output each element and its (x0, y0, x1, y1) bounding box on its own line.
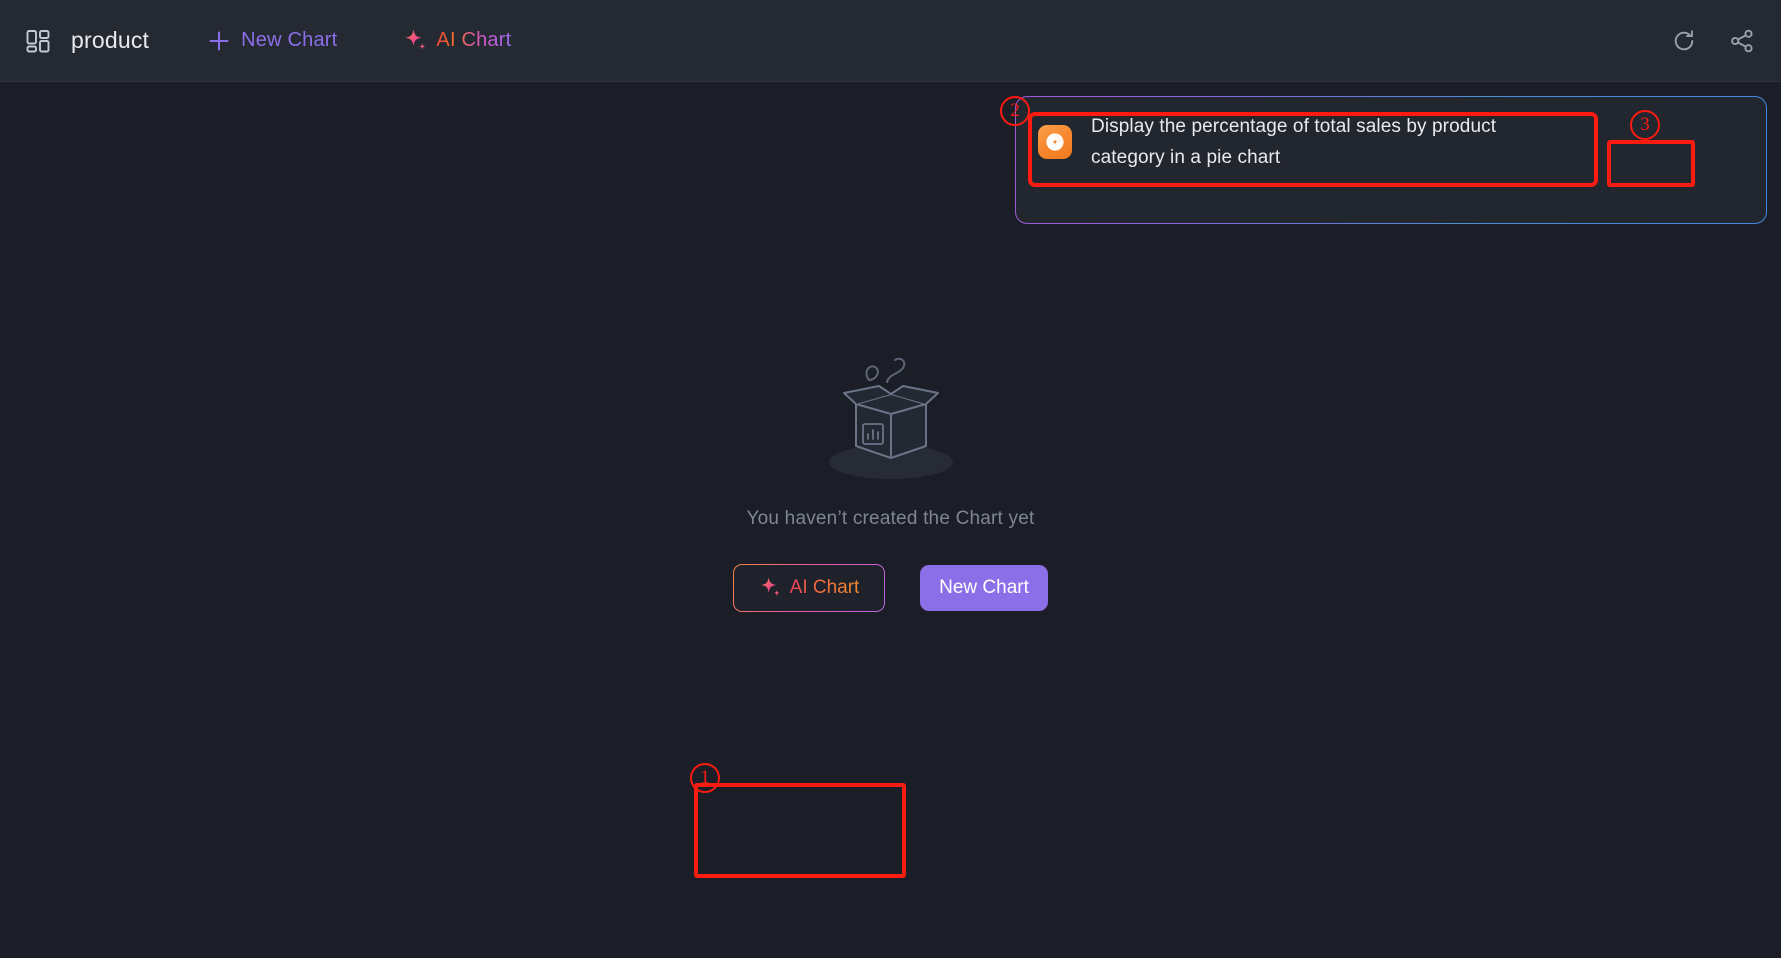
dashboard-grid-icon[interactable] (24, 27, 52, 55)
annotation-number-1: 1 (690, 763, 720, 793)
empty-box-illustration (811, 346, 971, 486)
app-header: product New Chart AI Chart (0, 0, 1781, 82)
sparkle-icon (759, 576, 783, 600)
empty-state-ai-chart-label: AI Chart (789, 577, 860, 598)
ai-prompt-input[interactable]: Display the percentage of total sales by… (1030, 107, 1754, 177)
sparkle-icon (403, 28, 429, 54)
empty-state-actions: AI Chart New Chart (733, 564, 1048, 612)
share-icon[interactable] (1729, 28, 1755, 54)
ai-chart-panel: Display the percentage of total sales by… (1015, 96, 1767, 224)
refresh-icon[interactable] (1671, 28, 1697, 54)
plus-icon (207, 29, 231, 53)
ai-prompt-text: Display the percentage of total sales by… (1091, 116, 1497, 168)
page-title: product (71, 27, 150, 53)
header-new-chart-button[interactable]: New Chart (207, 29, 337, 53)
app-root: product New Chart AI Chart Display the p… (0, 0, 1781, 958)
header-ai-chart-button[interactable]: AI Chart (403, 28, 511, 54)
pie-chart-icon (1038, 125, 1072, 159)
empty-state-ai-chart-button[interactable]: AI Chart (733, 564, 885, 612)
empty-state-message: You haven’t created the Chart yet (746, 508, 1035, 529)
empty-state-new-chart-button[interactable]: New Chart (920, 565, 1048, 611)
header-ai-chart-label: AI Chart (436, 29, 512, 51)
header-new-chart-label: New Chart (241, 29, 338, 51)
annotation-box-1 (694, 783, 906, 878)
header-actions (1671, 28, 1755, 54)
